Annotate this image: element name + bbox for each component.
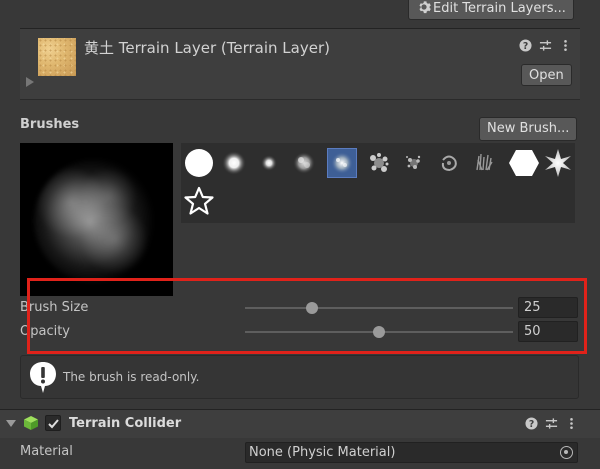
material-label: Material	[20, 444, 73, 459]
open-button[interactable]: Open	[521, 64, 572, 86]
help-icon[interactable]: ?	[519, 39, 532, 52]
context-menu-icon[interactable]	[559, 39, 572, 52]
starburst-brush-icon[interactable]	[543, 148, 573, 178]
terrain-collider-header[interactable]: Terrain Collider ?	[0, 410, 600, 438]
presets-icon[interactable]	[545, 417, 558, 430]
soft-circle-brush-icon[interactable]	[219, 148, 249, 178]
brush-preview-image	[34, 159, 158, 283]
small-soft-brush-icon[interactable]	[254, 148, 284, 178]
collider-cube-icon	[24, 416, 38, 430]
brush-preview	[20, 143, 173, 296]
terrain-layer-thumbnail[interactable]	[38, 38, 76, 76]
material-value: None (Physic Material)	[249, 445, 396, 460]
read-only-info-box: The brush is read-only.	[20, 355, 579, 399]
foldout-caret-icon[interactable]	[6, 420, 16, 427]
object-picker-icon[interactable]	[560, 446, 573, 459]
context-menu-icon[interactable]	[565, 417, 578, 430]
preview-play-icon[interactable]	[26, 77, 34, 87]
material-row: Material None (Physic Material)	[20, 442, 580, 464]
cloud-brush-icon[interactable]	[289, 148, 319, 178]
edit-terrain-layers-label: Edit Terrain Layers...	[433, 1, 566, 16]
edit-terrain-layers-button[interactable]: Edit Terrain Layers...	[408, 0, 574, 20]
grass-brush-icon[interactable]	[469, 148, 499, 178]
splatter-brush-icon[interactable]	[364, 148, 394, 178]
hexagon-brush-icon[interactable]	[508, 148, 539, 178]
warning-icon	[30, 362, 56, 393]
opacity-slider[interactable]	[245, 326, 513, 338]
new-brush-button[interactable]: New Brush...	[479, 117, 578, 141]
brush-size-label: Brush Size	[20, 300, 89, 315]
hard-circle-brush-icon[interactable]	[184, 148, 214, 178]
info-message: The brush is read-only.	[63, 370, 200, 384]
collider-enabled-checkbox[interactable]	[45, 415, 61, 431]
brush-size-row: Brush Size 25	[20, 297, 580, 319]
star-outline-brush-icon[interactable]	[184, 186, 214, 216]
terrain-collider-title: Terrain Collider	[69, 416, 182, 431]
brushes-section-label: Brushes	[20, 117, 80, 132]
svg-text:?: ?	[529, 419, 534, 430]
opacity-field[interactable]: 50	[518, 321, 578, 342]
material-object-field[interactable]: None (Physic Material)	[245, 442, 578, 463]
opacity-row: Opacity 50	[20, 321, 580, 343]
brush-size-field[interactable]: 25	[518, 297, 578, 318]
help-icon[interactable]: ?	[525, 417, 538, 430]
noise-brush-icon[interactable]	[327, 148, 357, 178]
gear-icon	[419, 1, 431, 14]
terrain-layer-panel: 黄土 Terrain Layer (Terrain Layer) ? Open	[20, 28, 580, 100]
opacity-slider-thumb[interactable]	[373, 326, 385, 338]
presets-icon[interactable]	[539, 39, 552, 52]
terrain-layer-title: 黄土 Terrain Layer (Terrain Layer)	[84, 39, 330, 57]
brush-size-slider[interactable]	[245, 302, 513, 314]
checkmark-icon	[48, 419, 59, 429]
brush-palette	[181, 143, 575, 223]
opacity-label: Opacity	[20, 324, 71, 339]
speckle-brush-icon[interactable]	[399, 148, 429, 178]
svg-text:?: ?	[523, 41, 528, 52]
brush-size-slider-thumb[interactable]	[306, 302, 318, 314]
ring-brush-icon[interactable]	[434, 148, 464, 178]
